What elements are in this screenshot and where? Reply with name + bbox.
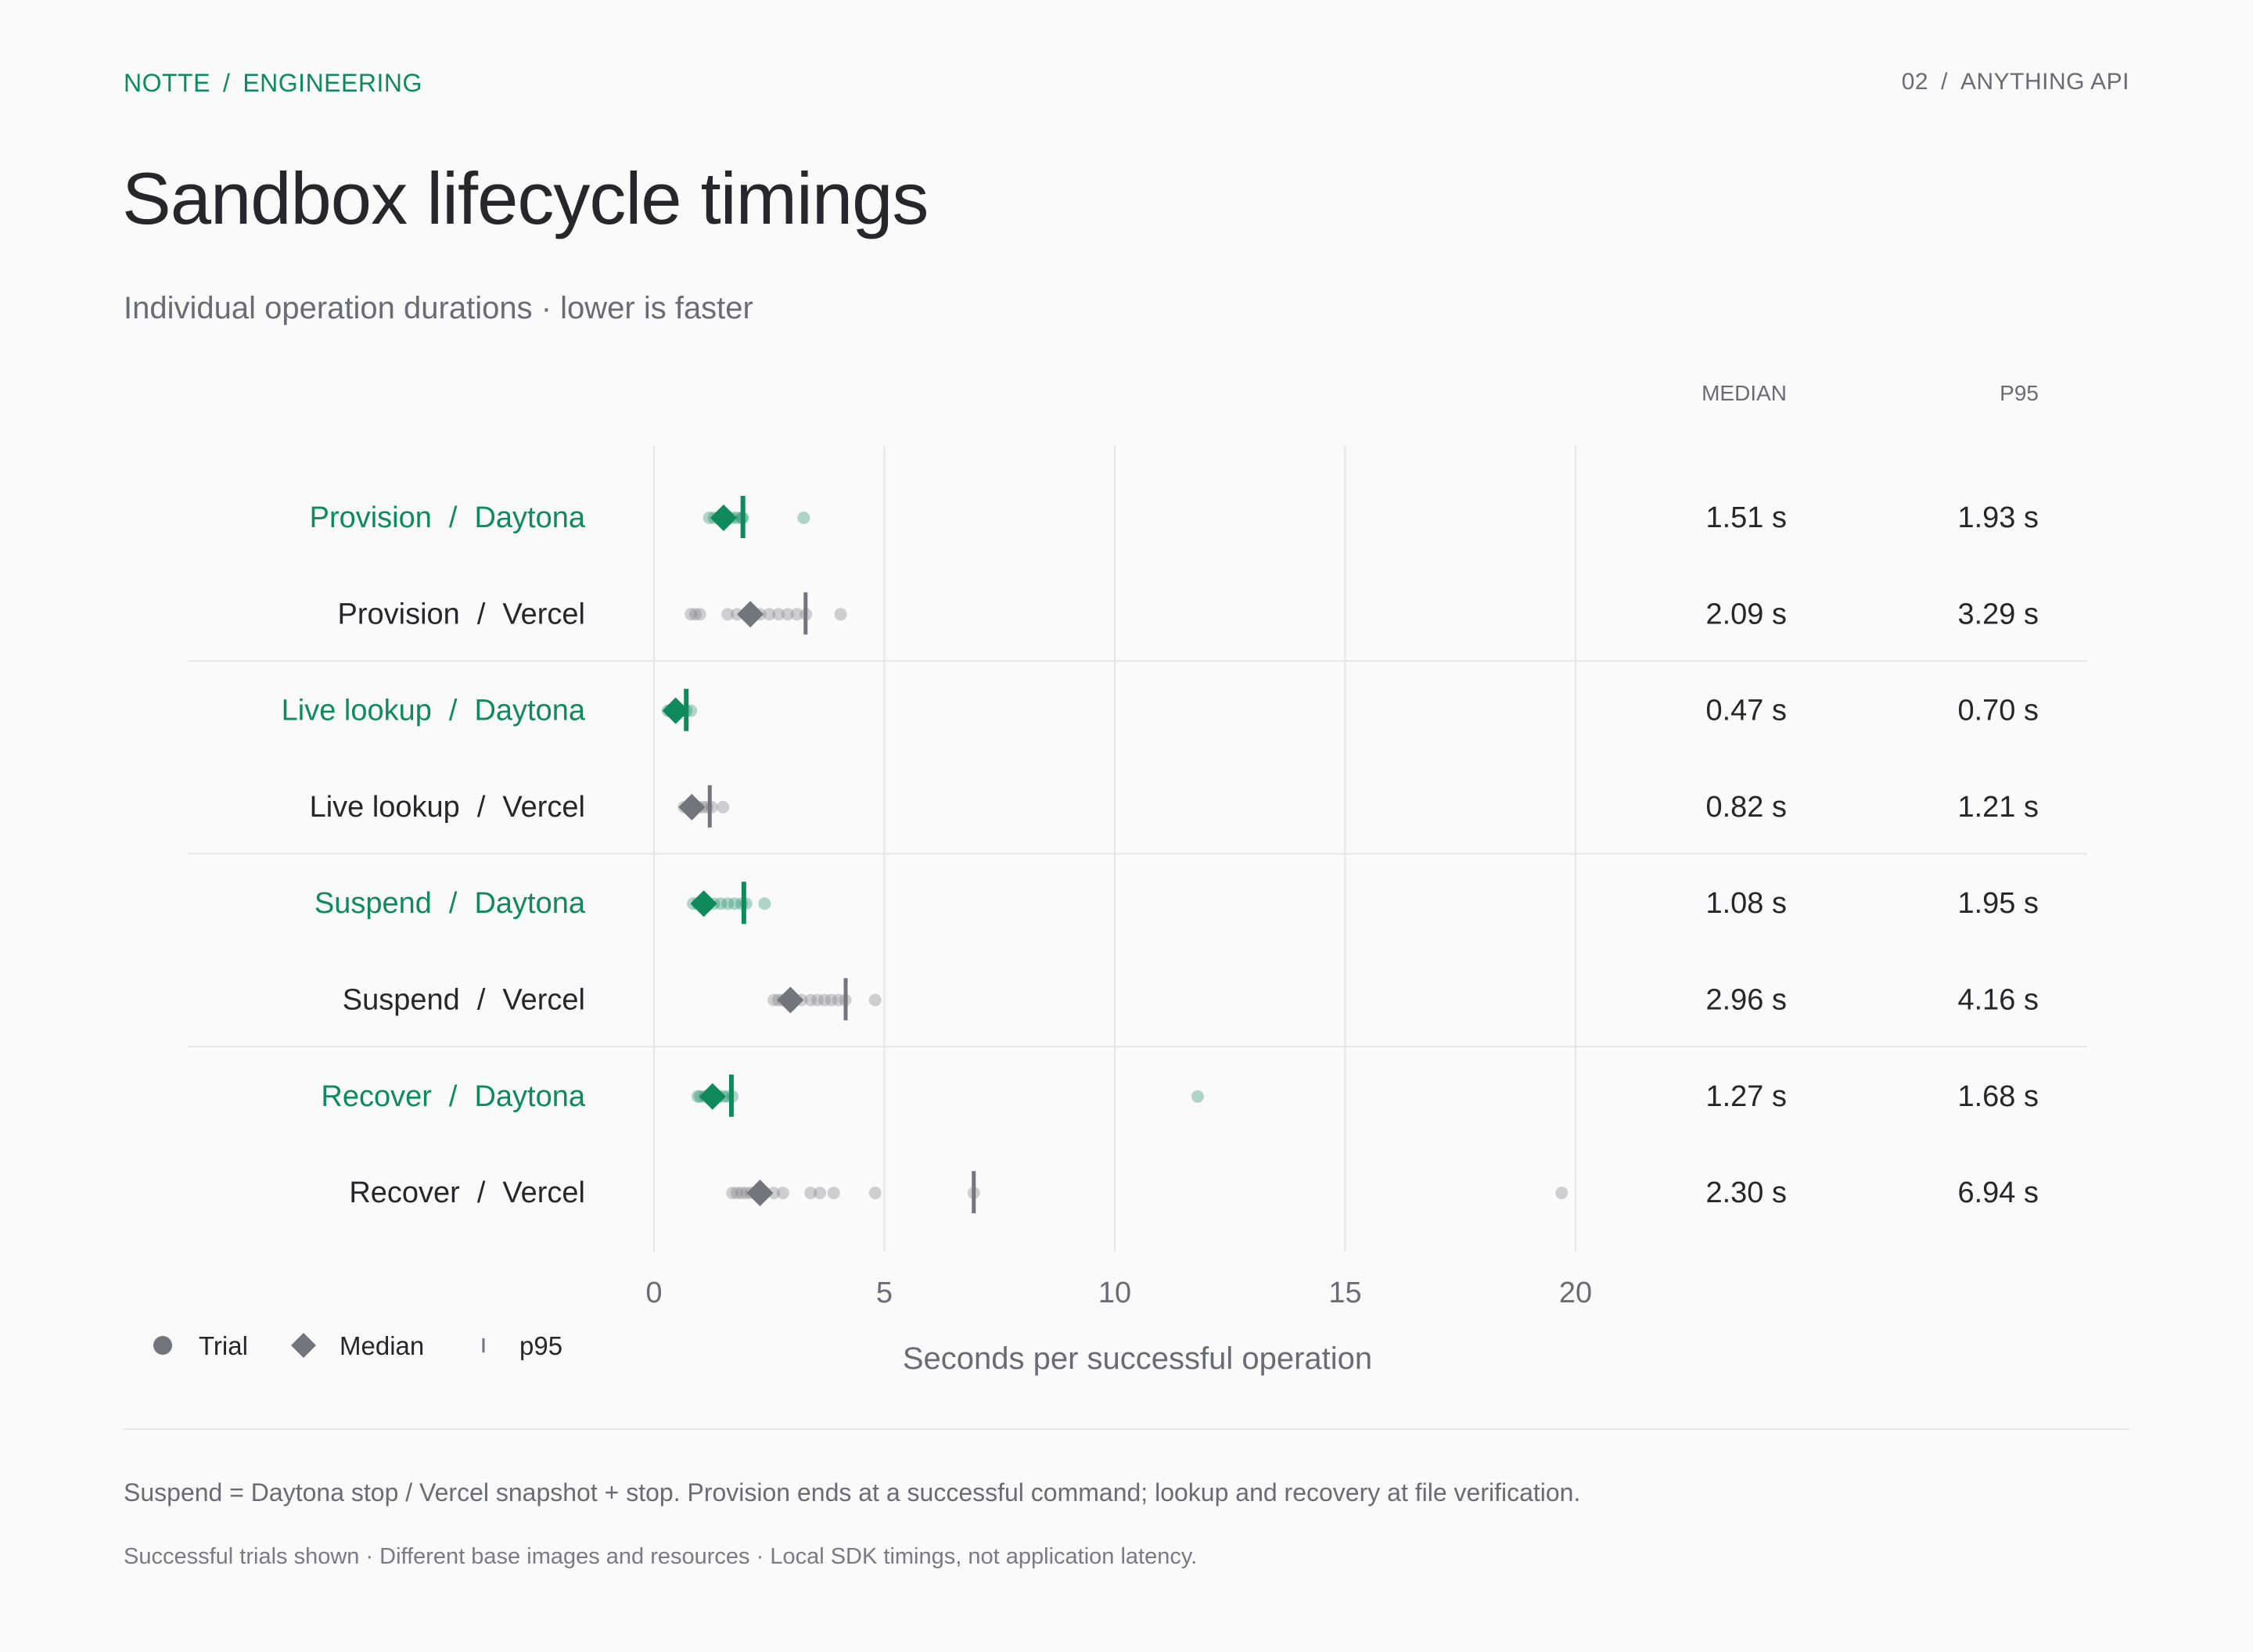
median-marker (678, 793, 706, 821)
trial-dot (814, 1187, 827, 1200)
legend-trial-label: Trial (199, 1331, 248, 1360)
p95-value: 6.94 s (1957, 1176, 2039, 1209)
trial-dot (827, 1187, 840, 1200)
trial-dot (1191, 1090, 1205, 1103)
median-marker (710, 505, 737, 531)
legend-median-symbol (291, 1333, 316, 1358)
footnote-caveats: Successful trials shown · Different base… (124, 1544, 1198, 1569)
median-marker (746, 1180, 774, 1207)
x-axis-label: Seconds per successful operation (903, 1341, 1372, 1376)
timings-chart: 0 5 10 15 20 MEDIAN P95 Provision / Daytona 1.51 s… (153, 381, 2087, 1376)
trial-dot (758, 897, 771, 910)
footer-divider (124, 1428, 2129, 1430)
median-value: 0.82 s (1705, 791, 1787, 824)
p95-value: 3.29 s (1957, 598, 2039, 630)
row-label: Suspend / Vercel (343, 984, 585, 1017)
trial-dot (693, 608, 706, 621)
row-label: Live lookup / Vercel (310, 791, 585, 824)
trial-dot (834, 608, 847, 621)
row-label: Live lookup / Daytona (282, 695, 586, 727)
median-value: 1.27 s (1705, 1080, 1787, 1113)
x-tick-label: 10 (1098, 1277, 1131, 1309)
median-value: 1.51 s (1705, 501, 1787, 534)
legend-p95-label: p95 (519, 1331, 562, 1360)
p95-column-header: P95 (2000, 381, 2039, 405)
trial-dot (868, 993, 882, 1007)
p95-value: 1.21 s (1957, 791, 2039, 824)
median-value: 2.30 s (1705, 1176, 1787, 1209)
median-marker (777, 986, 804, 1014)
x-tick-label: 5 (876, 1277, 893, 1309)
x-tick-label: 20 (1559, 1277, 1592, 1309)
footnote-definitions: Suspend = Daytona stop / Vercel snapshot… (124, 1478, 1581, 1507)
median-value: 2.09 s (1705, 598, 1787, 630)
median-marker (690, 890, 717, 918)
x-tick-label: 15 (1328, 1277, 1361, 1309)
p95-value: 4.16 s (1957, 984, 2039, 1017)
legend-trial-symbol (153, 1336, 172, 1355)
row-label: Provision / Vercel (338, 598, 585, 630)
trial-dot (1555, 1187, 1568, 1200)
legend-median-label: Median (340, 1331, 424, 1360)
row-label: Recover / Vercel (349, 1176, 585, 1209)
trial-dot (717, 800, 730, 813)
row-label: Recover / Daytona (321, 1080, 585, 1113)
trial-dot (797, 512, 810, 524)
median-column-header: MEDIAN (1701, 381, 1787, 405)
trial-dot (776, 1187, 789, 1200)
p95-value: 1.95 s (1957, 887, 2039, 920)
median-marker (699, 1083, 726, 1110)
row-label: Suspend / Daytona (314, 887, 586, 920)
row-label: Provision / Daytona (310, 501, 586, 534)
trial-dot (868, 1187, 882, 1200)
p95-value: 1.93 s (1957, 501, 2039, 534)
p95-value: 1.68 s (1957, 1080, 2039, 1113)
median-value: 2.96 s (1705, 984, 1787, 1017)
x-tick-label: 0 (645, 1277, 662, 1309)
median-marker (737, 601, 764, 628)
p95-value: 0.70 s (1957, 695, 2039, 727)
median-value: 0.47 s (1705, 695, 1787, 727)
median-value: 1.08 s (1705, 887, 1787, 920)
